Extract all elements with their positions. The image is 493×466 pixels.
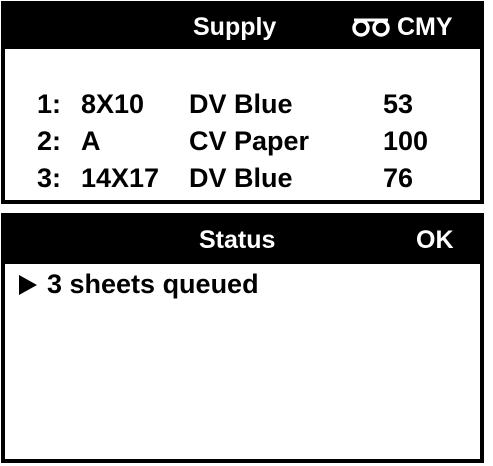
supply-panel: Supply CMY 1: 8X10 DV Blue 53 2: A CV Pa… xyxy=(1,1,484,204)
supply-row-3: 3: 14X17 DV Blue 76 xyxy=(5,163,480,200)
ribbon-indicator: CMY xyxy=(351,13,453,42)
supply-count: 100 xyxy=(383,126,429,156)
supply-media: DV Blue xyxy=(189,89,293,119)
supply-media: DV Blue xyxy=(189,163,293,193)
ribbon-cassette-icon xyxy=(352,18,390,37)
ribbon-type: CMY xyxy=(397,13,453,41)
status-header: Status OK xyxy=(5,217,480,264)
status-title: Status xyxy=(199,226,276,254)
supply-index: 2: xyxy=(37,126,62,156)
status-panel: Status OK 3 sheets queued xyxy=(1,213,484,463)
supply-size: A xyxy=(81,126,101,156)
supply-index: 3: xyxy=(37,163,62,193)
supply-row-1: 1: 8X10 DV Blue 53 xyxy=(5,89,480,126)
supply-size: 8X10 xyxy=(81,89,145,119)
status-state: OK xyxy=(416,226,454,254)
play-arrow-icon xyxy=(19,274,37,295)
supply-row-2: 2: A CV Paper 100 xyxy=(5,126,480,163)
supply-count: 53 xyxy=(383,89,414,119)
status-message: 3 sheets queued xyxy=(47,269,259,299)
supply-media: CV Paper xyxy=(189,126,310,156)
supply-list: 1: 8X10 DV Blue 53 2: A CV Paper 100 3: … xyxy=(5,89,480,200)
supply-title: Supply xyxy=(193,13,277,41)
supply-header: Supply CMY xyxy=(5,5,480,49)
supply-count: 76 xyxy=(383,163,414,193)
status-message-line: 3 sheets queued xyxy=(19,269,259,300)
supply-index: 1: xyxy=(37,89,62,119)
supply-size: 14X17 xyxy=(81,163,160,193)
